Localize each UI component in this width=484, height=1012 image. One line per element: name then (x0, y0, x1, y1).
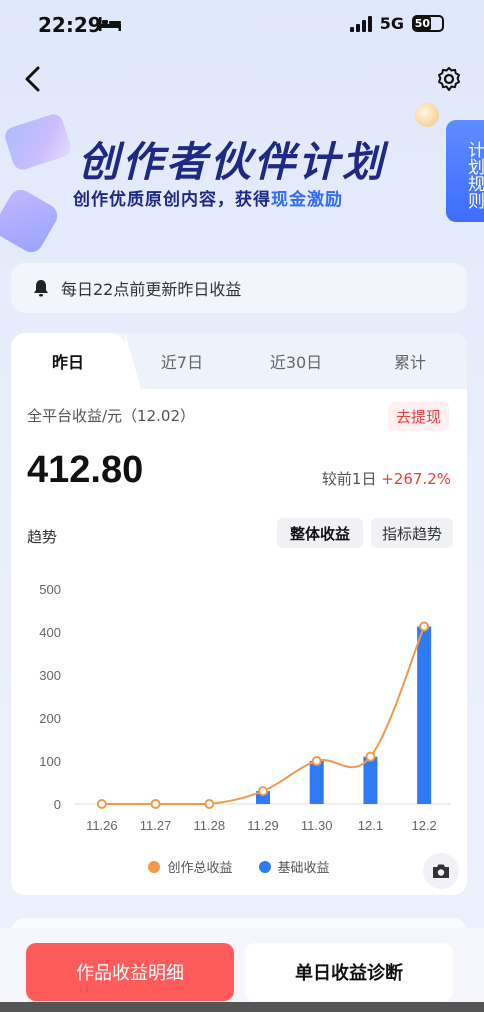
compare-text: 较前1日 +267.2% (322, 468, 451, 489)
compare-value: +267.2% (381, 470, 451, 488)
banner-title: 创作者伙伴计划 (78, 138, 386, 186)
chart-legend: 创作总收益 基础收益 (11, 857, 467, 876)
y-tick-label: 300 (39, 668, 61, 683)
tab-30days[interactable]: 近30日 (239, 333, 353, 389)
gear-icon[interactable] (436, 66, 462, 92)
y-tick-label: 400 (39, 625, 61, 640)
y-tick-label: 200 (39, 711, 61, 726)
chart-point (204, 799, 215, 809)
notice-text: 每日22点前更新昨日收益 (61, 280, 242, 299)
legend-item-total[interactable]: 创作总收益 (148, 857, 233, 876)
withdraw-button[interactable]: 去提现 (387, 402, 449, 431)
x-tick-label: 12.1 (358, 818, 383, 833)
status-bar: 22:29 5G 50 (0, 0, 484, 48)
x-tick-label: 11.27 (140, 818, 172, 833)
y-tick-label: 100 (39, 754, 61, 769)
plan-rules-tab[interactable]: 计划规则 (446, 120, 484, 222)
y-tick-label: 0 (54, 797, 61, 812)
network-label: 5G (379, 14, 404, 33)
banner-subtitle-highlight: 现金激励 (271, 190, 343, 210)
chart-bar (363, 756, 378, 804)
bell-icon (34, 280, 48, 297)
chart-bar (309, 761, 324, 804)
tab-7days[interactable]: 近7日 (125, 333, 239, 389)
decor-cube-icon (2, 111, 74, 173)
banner-subtitle: 创作优质原创内容，获得现金激励 (73, 185, 343, 210)
metric-label: 全平台收益/元（12.02） (27, 407, 195, 425)
compare-label: 较前1日 (321, 470, 377, 488)
decor-star-icon (0, 185, 62, 257)
daily-earnings-diagnosis-button[interactable]: 单日收益诊断 (245, 943, 453, 1001)
chart-point (150, 799, 161, 809)
chart-point (419, 621, 430, 632)
x-tick-label: 12.2 (411, 818, 436, 833)
signal-icon (349, 15, 372, 32)
x-tick-label: 11.26 (86, 818, 118, 833)
x-tick-label: 11.30 (301, 818, 333, 833)
chart-point (96, 799, 107, 809)
earnings-chart: 0 100 200 300 400 500 11.26 11.27 11.28 11.29 11.3… (39, 582, 451, 833)
legend-label: 创作总收益 (167, 861, 233, 876)
battery-icon: 50 (412, 15, 444, 32)
camera-icon[interactable] (423, 853, 459, 889)
home-indicator (0, 1002, 484, 1012)
indicator-trend-button[interactable]: 指标趋势 (371, 518, 453, 548)
status-icons: 5G 50 (349, 14, 444, 33)
update-notice: 每日22点前更新昨日收益 (11, 263, 467, 313)
chart-bar (417, 626, 432, 804)
y-tick-label: 500 (39, 582, 61, 597)
overall-earnings-button[interactable]: 整体收益 (277, 518, 363, 548)
back-arrow-icon[interactable] (18, 63, 46, 95)
chart-point (311, 756, 322, 766)
x-tick-label: 11.28 (193, 818, 225, 833)
earnings-card: 昨日 近7日 近30日 累计 全平台收益/元（12.02） 去提现 412.80… (11, 333, 467, 895)
work-earnings-detail-button[interactable]: 作品收益明细 (26, 943, 234, 1001)
trend-label: 趋势 (27, 528, 58, 546)
tab-total[interactable]: 累计 (353, 333, 467, 389)
chart-point (258, 786, 268, 797)
legend-marker (148, 860, 161, 873)
legend-label: 基础收益 (277, 861, 330, 876)
battery-level: 50 (414, 17, 431, 30)
clock: 22:29 (38, 13, 102, 37)
decor-coin-icon (415, 103, 439, 127)
tab-yesterday[interactable]: 昨日 (11, 333, 125, 389)
earnings-value: 412.80 (27, 449, 144, 491)
bed-icon (99, 17, 121, 31)
chart-point (365, 751, 376, 762)
legend-item-base[interactable]: 基础收益 (258, 857, 330, 876)
legend-marker (258, 860, 271, 873)
x-tick-label: 11.29 (247, 818, 279, 833)
period-tabs: 昨日 近7日 近30日 累计 (11, 333, 467, 389)
banner-subtitle-text: 创作优质原创内容，获得 (73, 190, 271, 210)
